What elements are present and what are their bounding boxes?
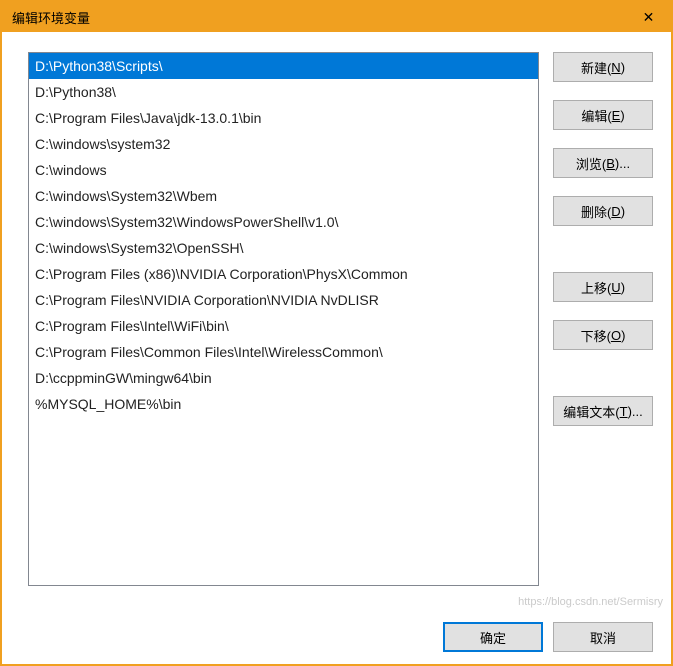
list-item[interactable]: C:\windows\System32\Wbem (29, 183, 538, 209)
list-item[interactable]: C:\Program Files\Common Files\Intel\Wire… (29, 339, 538, 365)
list-item[interactable]: C:\Program Files\NVIDIA Corporation\NVID… (29, 287, 538, 313)
cancel-button[interactable]: 取消 (553, 622, 653, 652)
close-button[interactable]: ✕ (626, 2, 671, 32)
main-row: D:\Python38\Scripts\D:\Python38\C:\Progr… (28, 52, 653, 594)
close-icon: ✕ (643, 9, 655, 26)
dialog-content: D:\Python38\Scripts\D:\Python38\C:\Progr… (2, 32, 671, 664)
side-buttons: 新建(N) 编辑(E) 浏览(B)... 删除(D) 上移(U) 下移(O) 编… (553, 52, 653, 594)
new-button[interactable]: 新建(N) (553, 52, 653, 82)
titlebar: 编辑环境变量 ✕ (2, 2, 671, 32)
path-listbox[interactable]: D:\Python38\Scripts\D:\Python38\C:\Progr… (28, 52, 539, 586)
list-item[interactable]: C:\windows (29, 157, 538, 183)
list-item[interactable]: C:\Program Files\Java\jdk-13.0.1\bin (29, 105, 538, 131)
browse-button[interactable]: 浏览(B)... (553, 148, 653, 178)
list-item[interactable]: D:\Python38\ (29, 79, 538, 105)
list-item[interactable]: C:\windows\System32\WindowsPowerShell\v1… (29, 209, 538, 235)
bottom-buttons: 确定 取消 (28, 608, 653, 652)
list-item[interactable]: C:\Program Files (x86)\NVIDIA Corporatio… (29, 261, 538, 287)
delete-button[interactable]: 删除(D) (553, 196, 653, 226)
window-title: 编辑环境变量 (12, 8, 90, 27)
list-item[interactable]: C:\windows\system32 (29, 131, 538, 157)
list-item[interactable]: D:\ccppminGW\mingw64\bin (29, 365, 538, 391)
move-down-button[interactable]: 下移(O) (553, 320, 653, 350)
list-item[interactable]: %MYSQL_HOME%\bin (29, 391, 538, 417)
move-up-button[interactable]: 上移(U) (553, 272, 653, 302)
list-item[interactable]: D:\Python38\Scripts\ (29, 53, 538, 79)
list-item[interactable]: C:\Program Files\Intel\WiFi\bin\ (29, 313, 538, 339)
edit-button[interactable]: 编辑(E) (553, 100, 653, 130)
edit-text-button[interactable]: 编辑文本(T)... (553, 396, 653, 426)
ok-button[interactable]: 确定 (443, 622, 543, 652)
list-item[interactable]: C:\windows\System32\OpenSSH\ (29, 235, 538, 261)
